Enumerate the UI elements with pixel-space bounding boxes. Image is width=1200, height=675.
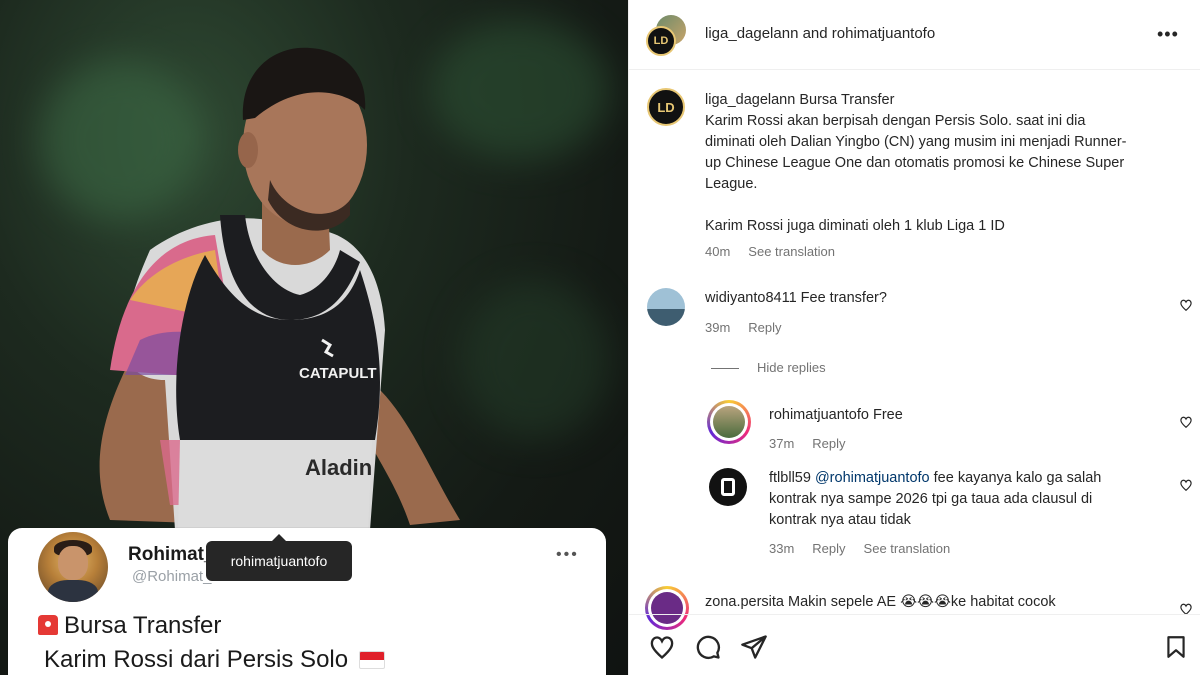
comment-username[interactable]: zona.persita bbox=[705, 594, 784, 610]
share-icon[interactable] bbox=[739, 633, 769, 661]
caption-line: up Chinese League One dan otomatis promo… bbox=[705, 155, 1125, 171]
comment-username[interactable]: widiyanto8411 bbox=[705, 290, 797, 306]
comment-text: Free bbox=[872, 407, 903, 423]
user-tag-tooltip[interactable]: rohimatjuantofo bbox=[206, 534, 352, 581]
caption-username[interactable]: liga_dagelann bbox=[705, 92, 795, 108]
hide-replies-button[interactable]: Hide replies bbox=[757, 360, 826, 375]
comment-text: Makin sepele AE 😭😭😭ke habitat cocok bbox=[788, 594, 1056, 610]
siren-icon bbox=[38, 615, 58, 635]
post-sidebar: LD liga_dagelann and rohimatjuantofo •••… bbox=[628, 0, 1200, 675]
action-bar bbox=[629, 614, 1200, 675]
card-subline-text: Karim Rossi dari Persis Solo bbox=[44, 646, 349, 673]
comment-1-meta: 39m Reply bbox=[705, 320, 800, 335]
caption-time[interactable]: 40m bbox=[705, 244, 730, 259]
caption-intro: Bursa Transfer bbox=[799, 92, 895, 108]
reply-1: rohimatjuantofo Free bbox=[769, 405, 903, 426]
card-headline-text: Bursa Transfer bbox=[64, 612, 222, 639]
reply-button[interactable]: Reply bbox=[812, 541, 845, 556]
more-options-icon[interactable]: ••• bbox=[1157, 24, 1179, 45]
like-heart-icon[interactable] bbox=[1179, 298, 1193, 312]
caption-avatar[interactable]: LD bbox=[647, 88, 685, 126]
author-avatar[interactable] bbox=[38, 532, 108, 602]
player-photo: CATAPULT Aladin bbox=[99, 47, 460, 531]
reply-button[interactable]: Reply bbox=[748, 320, 781, 335]
comment-text: kontrak nya sampe 2026 tpi ga taua ada c… bbox=[769, 491, 1093, 507]
caption-line: Karim Rossi juga diminati oleh 1 klub Li… bbox=[705, 218, 1005, 234]
comment-time: 37m bbox=[769, 436, 795, 451]
comment-text: kontrak nya atau tidak bbox=[769, 512, 911, 528]
shirt-brand-text: CATAPULT bbox=[299, 365, 376, 382]
card-subline: Karim Rossi dari Persis Solo bbox=[44, 646, 385, 674]
caption-meta: 40m See translation bbox=[705, 244, 853, 259]
shirt-sponsor-text: Aladin bbox=[305, 455, 372, 480]
comment-icon[interactable] bbox=[693, 633, 723, 661]
comment-time: 39m bbox=[705, 320, 731, 335]
hide-replies-line bbox=[711, 368, 739, 369]
post-authors[interactable]: liga_dagelann and rohimatjuantofo bbox=[705, 25, 935, 42]
bookmark-icon[interactable] bbox=[1163, 633, 1189, 661]
liga-dagelann-logo[interactable]: LD bbox=[646, 26, 676, 56]
card-headline: Bursa Transfer bbox=[38, 612, 221, 640]
reply-1-meta: 37m Reply bbox=[769, 436, 864, 451]
reply-button[interactable]: Reply bbox=[812, 436, 845, 451]
caption-line: Karim Rossi akan berpisah dengan Persis … bbox=[705, 113, 1086, 129]
caption-translate-link[interactable]: See translation bbox=[748, 244, 835, 259]
card-more-icon[interactable]: ••• bbox=[556, 546, 579, 564]
mention-link[interactable]: @rohimatjuantofo bbox=[815, 470, 930, 486]
like-heart-icon[interactable] bbox=[1179, 415, 1193, 429]
like-heart-icon[interactable] bbox=[1179, 478, 1193, 492]
comment-text: Fee transfer? bbox=[800, 290, 887, 306]
caption-body: liga_dagelann Bursa Transfer Karim Rossi… bbox=[705, 90, 1185, 237]
comment-time: 33m bbox=[769, 541, 795, 556]
caption-line: diminati oleh Dalian Yingbo (CN) yang mu… bbox=[705, 134, 1127, 150]
widiyanto-avatar[interactable] bbox=[647, 288, 685, 326]
like-icon[interactable] bbox=[647, 633, 677, 661]
reply-2-meta: 33m Reply See translation bbox=[769, 541, 968, 556]
post-media[interactable]: CATAPULT Aladin Rohimat_Juantofo @Rohima… bbox=[0, 0, 628, 675]
post-header: LD liga_dagelann and rohimatjuantofo ••• bbox=[629, 0, 1200, 70]
comment-username[interactable]: ftlbll59 bbox=[769, 470, 811, 486]
reply-2: ftlbll59 @rohimatjuantofo fee kayanya ka… bbox=[769, 468, 1179, 531]
story-ring[interactable] bbox=[707, 400, 751, 444]
indonesia-flag-icon bbox=[358, 651, 385, 669]
translate-link[interactable]: See translation bbox=[864, 541, 951, 556]
comment-4: zona.persita Makin sepele AE 😭😭😭ke habit… bbox=[705, 592, 1165, 613]
ftlbll59-avatar[interactable] bbox=[709, 468, 747, 506]
comment-1: widiyanto8411 Fee transfer? bbox=[705, 288, 887, 309]
comment-text: fee kayanya kalo ga salah bbox=[933, 470, 1102, 486]
caption-line: League. bbox=[705, 176, 758, 192]
comment-username[interactable]: rohimatjuantofo bbox=[769, 407, 869, 423]
